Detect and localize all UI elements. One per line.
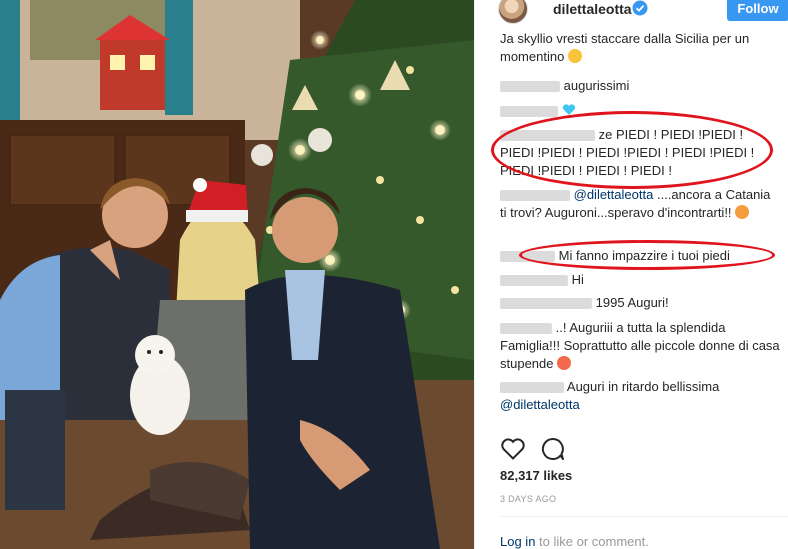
redacted-username: [500, 382, 564, 394]
comment-item: 1995 Auguri!: [500, 294, 780, 312]
verified-badge-icon: [632, 0, 648, 16]
comment-text: Ja skyllio vresti staccare dalla Sicilia…: [500, 31, 750, 64]
comment-item: Ja skyllio vresti staccare dalla Sicilia…: [500, 30, 780, 66]
comment-text: Auguri in ritardo bellissima: [566, 379, 720, 394]
comment-text: Mi fanno impazzire i tuoi piedi: [558, 248, 730, 263]
login-link[interactable]: Log in: [500, 534, 535, 549]
christmas-family-photo: [0, 0, 474, 549]
comment-item: ..! Auguriii a tutta la splendida Famigl…: [500, 319, 780, 373]
redacted-username: [500, 130, 595, 142]
divider: [500, 516, 788, 517]
comment-item: ze PIEDI ! PIEDI !PIEDI ! PIEDI !PIEDI !…: [500, 126, 780, 180]
redacted-username: [500, 275, 568, 287]
comment-item: Hi: [500, 271, 780, 289]
comment-item: Mi fanno impazzire i tuoi piedi: [500, 247, 780, 265]
heart-eyes-emoji-icon: [557, 356, 572, 370]
comment-text: 1995 Auguri!: [595, 295, 669, 310]
redacted-username: [500, 106, 558, 118]
post-photo[interactable]: [0, 0, 474, 549]
sad-face-emoji-icon: [735, 205, 750, 219]
mention-link[interactable]: @dilettaleotta: [574, 187, 654, 202]
redacted-username: [500, 251, 555, 263]
sunglasses-emoji-icon: [567, 49, 582, 63]
post-header: dilettaleotta Follow: [475, 0, 788, 32]
comment-item: augurissimi: [500, 77, 780, 95]
username-link[interactable]: dilettaleotta: [553, 1, 632, 17]
post-timestamp: 3 DAYS AGO: [500, 494, 557, 504]
login-prompt-text: to like or comment.: [539, 534, 649, 549]
login-prompt: Log in to like or comment.: [500, 534, 649, 549]
comment-item: @dilettaleotta ....ancora a Catania ti t…: [500, 186, 780, 222]
comment-item: Auguri in ritardo bellissima @dilettaleo…: [500, 378, 780, 414]
avatar[interactable]: [498, 0, 528, 24]
comment-text: augurissimi: [563, 78, 630, 93]
comment-item: [500, 102, 780, 120]
blue-heart-icon: [562, 104, 575, 115]
follow-button[interactable]: Follow: [727, 0, 788, 21]
redacted-username: [500, 81, 560, 93]
heart-icon[interactable]: [500, 437, 526, 461]
comment-text: Hi: [571, 272, 584, 287]
mention-link[interactable]: @dilettaleotta: [500, 397, 580, 412]
redacted-username: [500, 323, 552, 335]
redacted-username: [500, 298, 592, 310]
comment-icon[interactable]: [540, 436, 566, 462]
post-sidebar: dilettaleotta Follow Ja skyllio vresti s…: [474, 0, 788, 549]
like-count[interactable]: 82,317 likes: [500, 468, 572, 483]
redacted-username: [500, 190, 570, 202]
